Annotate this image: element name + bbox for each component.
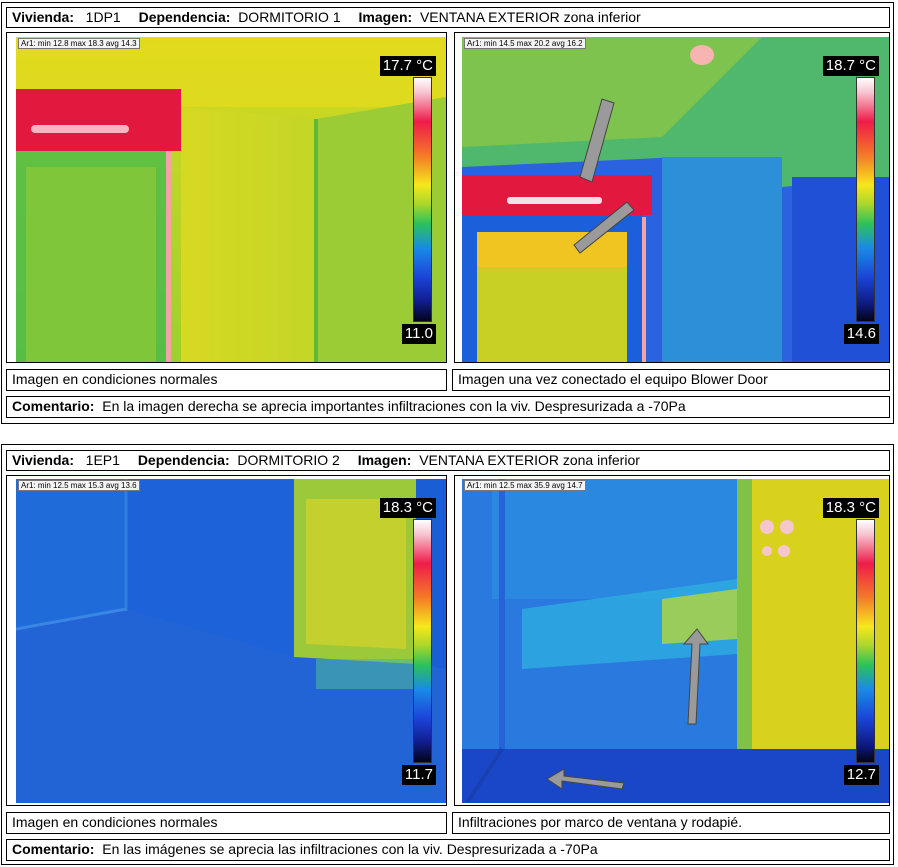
scale-min-temp: 12.7 [843,765,879,785]
scale-min-temp: 14.6 [843,324,879,344]
scale-max-temp: 17.7 °C [379,56,436,76]
scale-min-temp: 11.7 [401,765,436,785]
caption-text: Imagen en condiciones normales [12,814,218,830]
imagen-label: Imagen: [357,452,412,468]
vivienda-label: Vivienda: [12,9,74,25]
thermal-image-right-2: Ar1: min 12.5 max 35.9 avg 14.7 18.3 °C … [462,479,889,803]
comentario-label: Comentario: [12,841,95,857]
scale-max-temp: 18.3 °C [822,498,879,518]
scale-max-temp: 18.7 °C [822,56,879,76]
caption-text: Infiltraciones por marco de ventana y ro… [458,814,743,830]
caption-text: Imagen una vez conectado el equipo Blowe… [458,371,768,387]
thermal-image-left-2: Ar1: min 12.5 max 15.3 avg 13.6 18.3 °C … [16,479,446,803]
temperature-scale-bar [413,77,432,322]
caption-right-1: Imagen una vez conectado el equipo Blowe… [452,369,890,391]
dependencia-value: DORMITORIO 1 [238,9,341,25]
caption-right-2: Infiltraciones por marco de ventana y ro… [452,812,890,834]
temperature-scale-bar [856,519,875,763]
thermal-image-left-1: Ar1: min 12.8 max 18.3 avg 14.3 17.7 °C … [16,37,446,362]
vivienda-value: 1DP1 [85,9,121,25]
caption-left-2: Imagen en condiciones normales [6,812,447,834]
comment-row-1: Comentario: En la imagen derecha se apre… [6,396,890,418]
area-stats: Ar1: min 12.5 max 15.3 avg 13.6 [18,480,140,491]
imagen-value: VENTANA EXTERIOR zona inferior [419,9,641,25]
scale-max-temp: 18.3 °C [379,498,436,518]
caption-left-1: Imagen en condiciones normales [6,369,447,391]
imagen-label: Imagen: [358,9,413,25]
area-stats: Ar1: min 14.5 max 20.2 avg 16.2 [464,38,586,49]
temperature-scale-bar [856,77,875,322]
area-stats: Ar1: min 12.5 max 35.9 avg 14.7 [464,480,586,491]
header-row-2: Vivienda: 1EP1 Dependencia: DORMITORIO 2… [6,450,890,471]
vivienda-value: 1EP1 [85,452,120,468]
area-stats: Ar1: min 12.8 max 18.3 avg 14.3 [18,38,140,49]
comment-row-2: Comentario: En las imágenes se aprecia l… [6,839,890,861]
dependencia-value: DORMITORIO 2 [237,452,340,468]
dependencia-label: Dependencia: [137,452,230,468]
dependencia-label: Dependencia: [138,9,231,25]
imagen-value: VENTANA EXTERIOR zona inferior [419,452,640,468]
comentario-label: Comentario: [12,398,95,414]
thermal-image-right-1: Ar1: min 14.5 max 20.2 avg 16.2 18.7 °C … [462,37,889,362]
vivienda-label: Vivienda: [12,452,74,468]
comentario-text: En las imágenes se aprecia las infiltrac… [102,841,598,857]
header-row-1: Vivienda: 1DP1 Dependencia: DORMITORIO 1… [6,7,890,28]
temperature-scale-bar [413,519,432,763]
scale-min-temp: 11.0 [401,324,436,344]
comentario-text: En la imagen derecha se aprecia importan… [102,398,686,414]
caption-text: Imagen en condiciones normales [12,371,218,387]
